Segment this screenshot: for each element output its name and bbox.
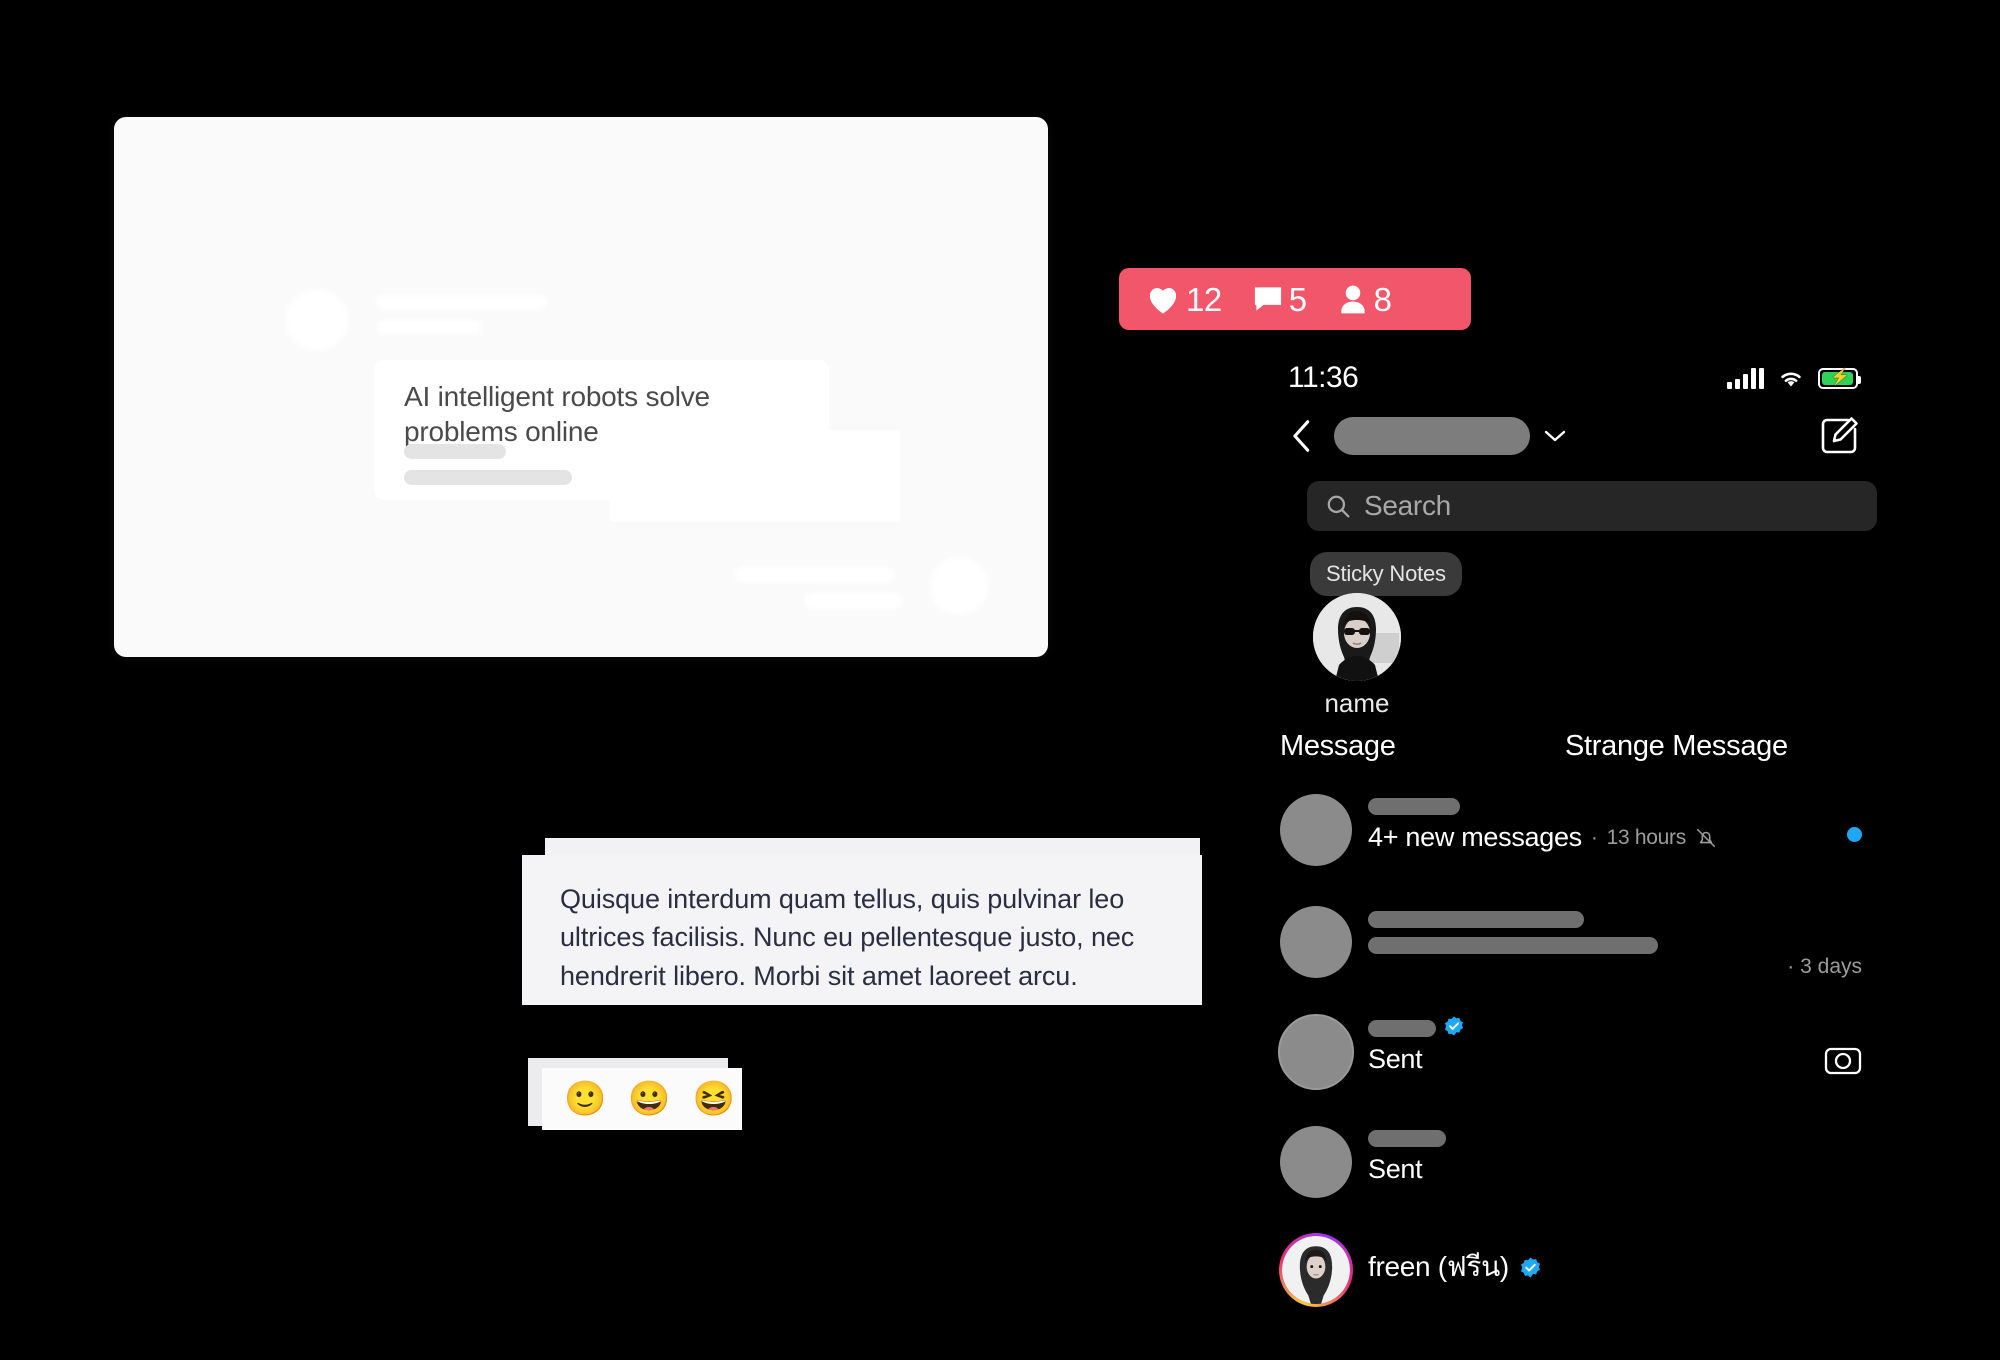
likes-count: 12 [1186, 280, 1222, 318]
freen-avatar-image [1282, 1236, 1350, 1304]
account-name-placeholder[interactable] [1334, 417, 1530, 455]
heart-icon [1149, 288, 1177, 314]
timestamp: 13 hours [1606, 825, 1687, 849]
verified-badge-icon [1444, 1016, 1464, 1036]
card-name-placeholder [376, 295, 546, 310]
cellular-signal-icon [1727, 367, 1764, 389]
message-placeholder-bar [404, 470, 572, 485]
followers-count: 8 [1373, 280, 1392, 318]
card-avatar-placeholder [286, 289, 348, 351]
charging-bolt-icon: ⚡ [1830, 369, 1850, 386]
comments-count: 5 [1288, 280, 1307, 318]
row-content: freen (ฟรีน) [1368, 1245, 1542, 1289]
search-icon [1327, 495, 1350, 518]
contact-name: freen (ฟรีน) [1368, 1245, 1542, 1289]
story-ring [1279, 1233, 1353, 1307]
lorem-text: Quisque interdum quam tellus, quis pulvi… [560, 884, 1135, 991]
search-placeholder: Search [1364, 490, 1451, 521]
slight-smile-emoji: 🙂 [564, 1080, 607, 1118]
camera-icon[interactable] [1824, 1042, 1862, 1076]
lorem-text-card: Quisque interdum quam tellus, quis pulvi… [522, 855, 1202, 1005]
card-footer-placeholder [805, 593, 903, 609]
table-row[interactable]: Sent [1280, 1117, 1880, 1225]
card-subtitle-placeholder [376, 320, 481, 335]
likes-group: 12 [1145, 283, 1222, 316]
avatar-photo [1313, 593, 1401, 681]
conversation-list: 4+ new messages · 13 hours · 3 days Sent… [1278, 785, 1880, 1325]
avatar [1278, 1014, 1354, 1090]
row-subtitle: Sent [1368, 1044, 1465, 1075]
compose-icon[interactable] [1818, 415, 1860, 457]
table-row[interactable]: 4+ new messages · 13 hours [1280, 785, 1880, 897]
separator-dot: · [1590, 825, 1598, 849]
message-placeholder-bar [404, 444, 506, 459]
card-white-block [610, 430, 900, 522]
avatar [1280, 794, 1352, 866]
status-bar: 11:36 ⚡ [1280, 355, 1880, 401]
back-chevron-icon[interactable] [1286, 419, 1318, 453]
table-row[interactable]: freen (ฟรีน) [1279, 1225, 1880, 1325]
avatar [1280, 906, 1352, 978]
phone-panel: 11:36 ⚡ Search Sticky Notes name Message… [1278, 355, 1880, 1360]
note-author-name: name [1324, 688, 1390, 718]
sent-label: Sent [1368, 1154, 1423, 1184]
laughing-emoji: 😆 [692, 1080, 736, 1118]
row-content [1368, 905, 1658, 954]
contact-name-placeholder [1368, 911, 1584, 928]
comment-bubble-icon [1254, 287, 1281, 311]
verified-badge-icon [1520, 1256, 1540, 1278]
card-footer-avatar-placeholder [930, 557, 988, 615]
bell-muted-icon [1696, 828, 1715, 847]
emoji-reaction-card: 🙂 😀 😆 [542, 1068, 742, 1130]
sent-label: Sent [1368, 1044, 1423, 1074]
avatar [1280, 1126, 1352, 1198]
timestamp: · 3 days [1787, 955, 1862, 978]
comments-group: 5 [1252, 283, 1307, 316]
tab-message[interactable]: Message [1280, 730, 1396, 763]
tab-strange-message[interactable]: Strange Message [1565, 730, 1788, 763]
avatar-photo [1282, 1236, 1350, 1304]
note-avatar[interactable] [1313, 593, 1401, 681]
row-subtitle: Sent [1368, 1154, 1446, 1185]
avatar[interactable] [1276, 1230, 1356, 1310]
freen-name-label: freen (ฟรีน) [1368, 1251, 1509, 1282]
row-content: 4+ new messages · 13 hours [1368, 793, 1717, 853]
clock: 11:36 [1288, 361, 1359, 394]
table-row[interactable]: Sent [1278, 1007, 1880, 1117]
status-icons: ⚡ [1727, 367, 1861, 389]
row-subtitle: 4+ new messages · 13 hours [1368, 822, 1717, 853]
unread-dot [1847, 827, 1862, 842]
tabs: Message Strange Message [1280, 730, 1880, 780]
sticky-note-bubble[interactable]: Sticky Notes [1310, 552, 1462, 596]
contact-name-placeholder [1368, 1020, 1436, 1037]
chevron-down-icon[interactable] [1544, 429, 1566, 443]
card-footer-placeholder [735, 567, 895, 583]
message-preview-placeholder [1368, 937, 1658, 954]
engagement-badge: 12 5 8 [1119, 268, 1471, 330]
person-icon [1340, 285, 1365, 313]
grinning-emoji: 😀 [628, 1080, 671, 1118]
battery-charging-icon: ⚡ [1818, 367, 1861, 389]
search-input[interactable]: Search [1307, 481, 1877, 531]
wifi-icon [1781, 372, 1801, 386]
row-content: Sent [1368, 1125, 1446, 1185]
ai-chat-card: AI intelligent robots solve problems onl… [114, 117, 1048, 657]
followers-group: 8 [1337, 283, 1392, 316]
new-messages-label: 4+ new messages [1368, 822, 1582, 852]
contact-name-placeholder [1368, 1130, 1446, 1147]
contact-name-placeholder [1368, 798, 1460, 815]
nav-row [1280, 401, 1880, 471]
table-row[interactable]: · 3 days [1280, 897, 1880, 1007]
row-content: Sent [1368, 1015, 1465, 1075]
